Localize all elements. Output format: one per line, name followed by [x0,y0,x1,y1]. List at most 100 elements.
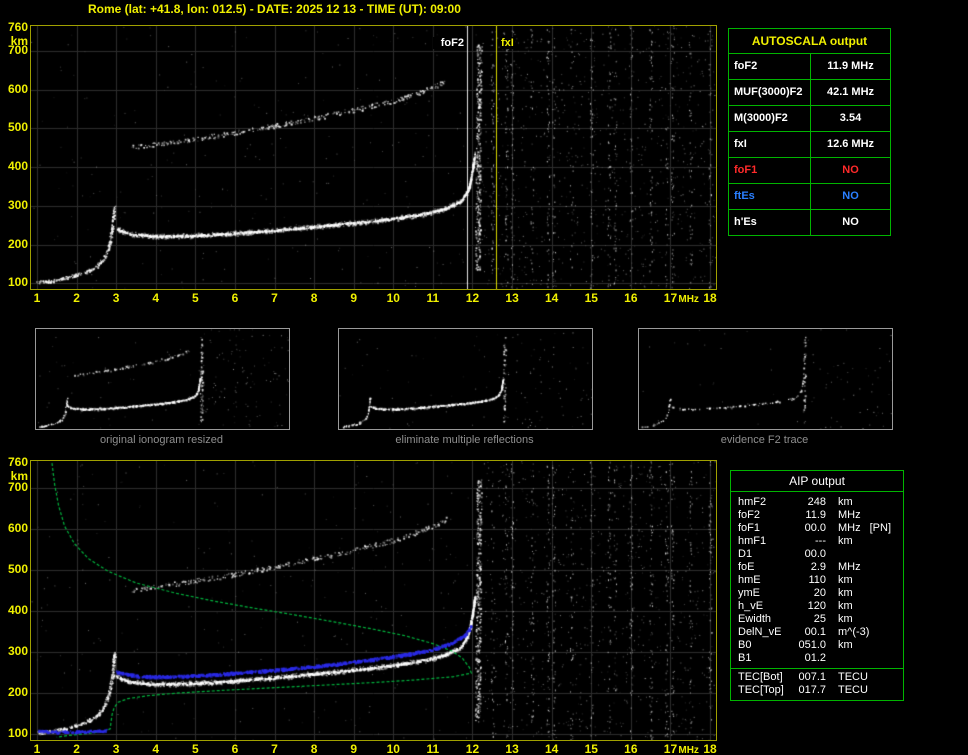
y-axis-unit: km [10,33,28,48]
x-tick-label: 18 [703,742,717,755]
aip-row-name: Ewidth [738,613,772,625]
aip-row: foF1 00.0 MHz [PN] [731,522,903,535]
x-tick-label: 3 [112,291,120,305]
x-tick-label: 3 [112,742,120,755]
autoscala-row-label: MUF(3000)F2 [729,80,811,105]
aip-row-name: D1 [738,548,753,560]
thumbnail-caption-f2: evidence F2 trace [720,434,809,446]
y-tick-label: 500 [7,561,28,576]
thumbnail-caption-multiples: eliminate multiple reflections [395,434,534,446]
aip-row-unit: MHz [838,561,861,573]
autoscala-row-label: ftEs [729,184,811,209]
y-tick-label: 400 [7,602,28,617]
aip-row-value: 051.0 [798,639,826,651]
aip-row: TEC[Top] 017.7 TECU [731,684,903,697]
aip-row: hmF1 --- km [731,535,903,548]
autoscala-table-rows: foF2 11.9 MHz MUF(3000)F2 42.1 MHz M(3000)F2… [729,54,890,235]
foF2-marker-label: foF2 [433,37,465,49]
autoscala-row-label: foF1 [729,158,811,183]
bottom-ionogram-plot [30,460,717,741]
x-tick-label: 14 [544,291,559,305]
autoscala-row: fxI 12.6 MHz [729,132,890,158]
aip-row: foE 2.9 MHz [731,561,903,574]
autoscala-row-label: foF2 [729,54,811,79]
autoscala-row: M(3000)F2 3.54 [729,106,890,132]
thumbnail-original-ionogram [35,328,290,430]
thumbnail-multiple-reflections [338,328,593,430]
x-tick-label: 16 [624,742,638,755]
aip-row-unit: km [838,639,853,651]
x-tick-label: 11 [426,742,440,755]
aip-row-unit: km [838,535,853,547]
aip-row-name: foF2 [738,509,761,521]
aip-row-value: 2.9 [810,561,826,573]
y-tick-label: 200 [7,236,28,251]
x-tick-label: 7 [271,291,278,305]
autoscala-row-label: M(3000)F2 [729,106,811,131]
aip-row-unit: km [838,613,853,625]
aip-row-unit: MHz [838,509,861,521]
x-tick-label: 18 [703,291,717,305]
x-tick-label: 10 [386,742,400,755]
autoscala-row-value: 12.6 MHz [826,138,875,150]
x-axis-unit: MHz [678,294,699,305]
aip-row: hmE 110 km [731,574,903,587]
aip-row-unit: km [838,587,853,599]
aip-row-value: 248 [807,496,826,508]
autoscala-window: Rome (lat: +41.8, lon: 012.5) - DATE: 20… [0,0,968,755]
aip-row-value: 00.0 [804,522,826,534]
aip-table-header: AIP output [731,471,903,492]
aip-row-value: 01.2 [804,652,826,664]
aip-row-name: foE [738,561,755,573]
autoscala-row-value: 3.54 [839,112,862,124]
y-tick-label: 400 [7,159,28,174]
aip-output-table: AIP output hmF2 248 km foF2 11.9 MHz foF1 00.0 M… [730,470,904,701]
x-tick-label: 11 [426,291,440,305]
x-axis-unit: MHz [678,745,699,755]
y-axis-unit: km [10,469,28,484]
top-ionogram-canvas [31,26,716,289]
aip-row: B1 01.2 [731,652,903,665]
aip-row-value: 00.0 [804,548,826,560]
aip-row-unit: km [838,600,853,612]
aip-row-value: --- [815,535,826,547]
aip-row: Ewidth 25 km [731,613,903,626]
aip-row-value: 007.1 [798,671,826,683]
bottom-ionogram-canvas [31,461,716,740]
aip-row-unit: TECU [838,684,868,696]
y-tick-label: 760 [7,19,28,34]
aip-row-name: TEC[Top] [738,684,784,696]
x-tick-label: 10 [386,291,400,305]
x-tick-label: 8 [310,291,318,305]
top-ionogram-plot: foF2 fxI [30,25,717,290]
x-tick-label: 13 [505,291,519,305]
autoscala-row: h'Es NO [729,210,890,235]
aip-row: foF2 11.9 MHz [731,509,903,522]
x-tick-label: 2 [73,291,80,305]
x-tick-label: 4 [152,742,160,755]
autoscala-row: MUF(3000)F2 42.1 MHz [729,80,890,106]
aip-tec-separator [731,668,903,669]
aip-row-name: B0 [738,639,752,651]
autoscala-row-value: 11.9 MHz [827,60,874,72]
aip-row-value: 25 [813,613,826,625]
aip-row-value: 017.7 [798,684,826,696]
x-tick-label: 7 [271,742,278,755]
station-title: Rome (lat: +41.8, lon: 012.5) - DATE: 20… [88,2,461,16]
thumbnail-original-canvas [36,329,289,429]
x-tick-label: 12 [465,291,480,305]
autoscala-row: foF1 NO [729,158,890,184]
autoscala-row: foF2 11.9 MHz [729,54,890,80]
x-tick-label: 15 [584,291,598,305]
y-tick-label: 600 [7,81,28,96]
aip-row-value: 120 [807,600,826,612]
autoscala-row-value: NO [842,216,859,228]
aip-row-unit: m^(-3) [838,626,870,638]
x-tick-label: 16 [624,291,638,305]
autoscala-row-label: fxI [729,132,811,157]
aip-row-unit [826,652,838,665]
autoscala-row: ftEs NO [729,184,890,210]
aip-row-name: hmE [738,574,761,586]
aip-row-name: B1 [738,652,752,664]
fxI-marker-label: fxI [500,37,515,49]
